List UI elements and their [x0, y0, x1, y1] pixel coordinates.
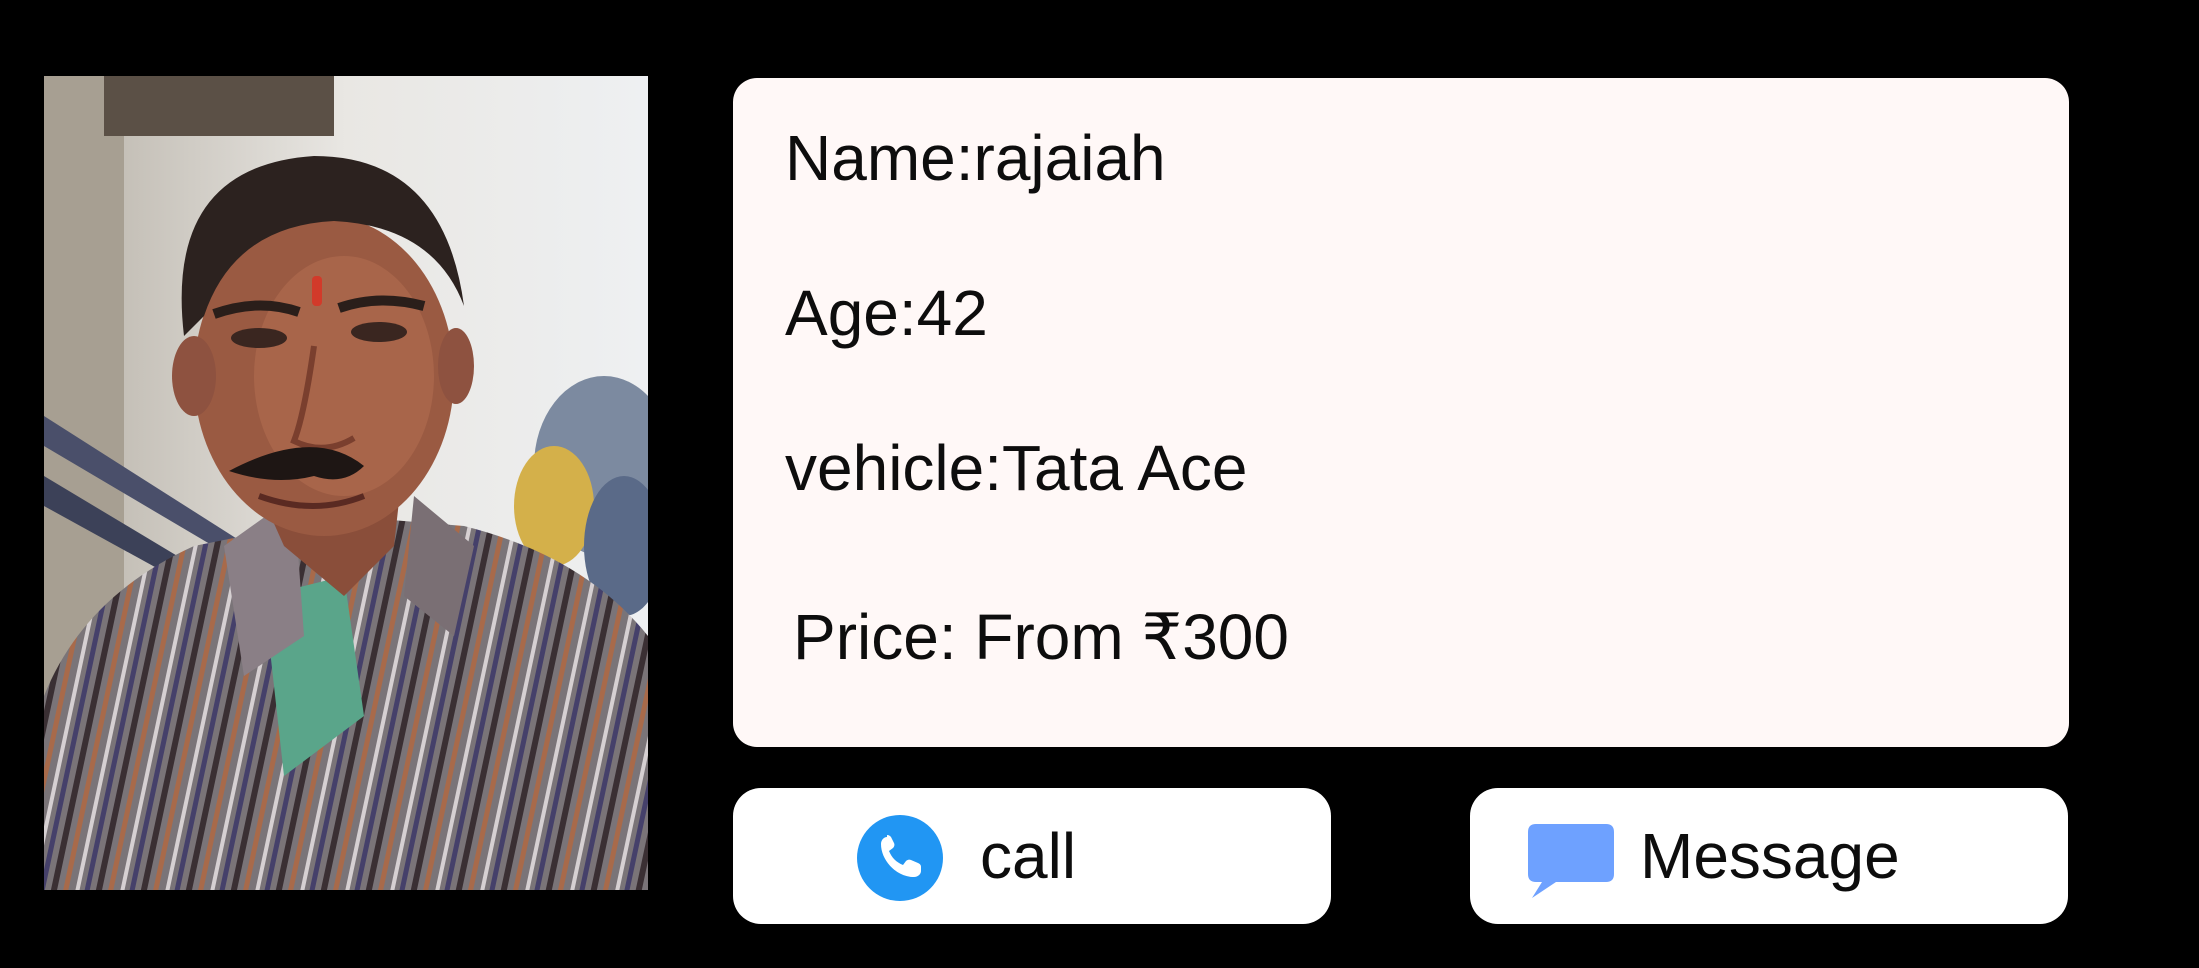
driver-name: Name:rajaiah: [785, 122, 1166, 194]
chat-bubble-icon: [1528, 824, 1614, 898]
driver-info-card: Name:rajaiah Age:42 vehicle:Tata Ace Pri…: [733, 78, 2069, 747]
driver-vehicle: vehicle:Tata Ace: [785, 432, 1248, 504]
driver-profile-screen: Name:rajaiah Age:42 vehicle:Tata Ace Pri…: [0, 0, 2199, 968]
call-button[interactable]: call: [733, 788, 1331, 924]
message-button-label: Message: [1640, 820, 1900, 892]
driver-price: Price: From ₹300: [793, 601, 1289, 673]
driver-age: Age:42: [785, 277, 988, 349]
driver-photo-image: [44, 76, 648, 890]
call-button-label: call: [980, 820, 1077, 892]
phone-icon: [857, 815, 943, 901]
driver-photo: [44, 76, 648, 890]
message-button[interactable]: Message: [1470, 788, 2068, 924]
